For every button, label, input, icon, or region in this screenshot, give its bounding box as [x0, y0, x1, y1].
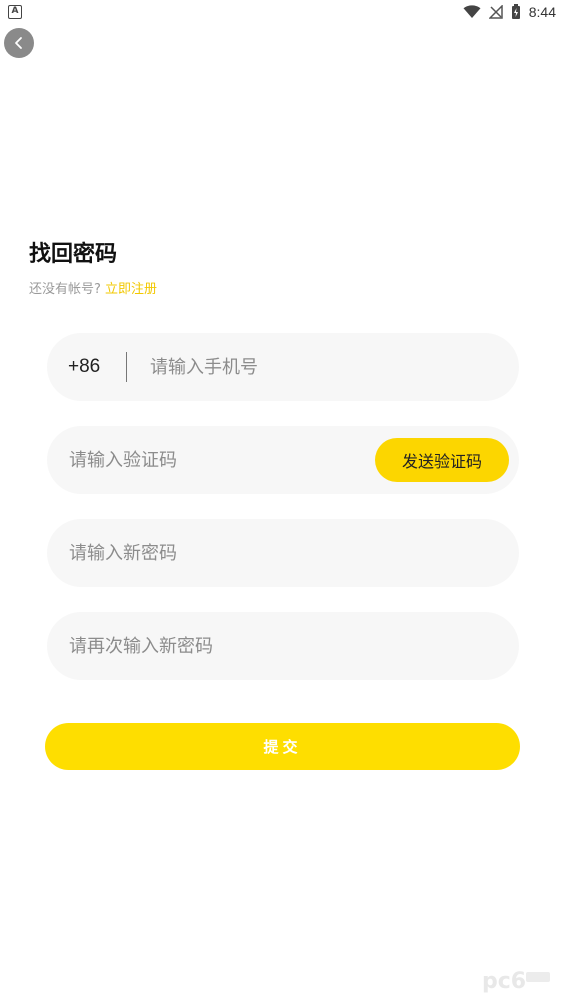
status-bar: A 8:44	[0, 0, 564, 24]
send-code-button[interactable]: 发送验证码	[375, 438, 509, 482]
phone-field: +86	[47, 333, 519, 401]
verification-code-field: 发送验证码	[47, 426, 519, 494]
wifi-icon	[463, 5, 481, 18]
country-code-selector[interactable]: +86	[47, 356, 126, 378]
register-link[interactable]: 立即注册	[105, 282, 157, 297]
chevron-left-icon	[15, 37, 22, 49]
submit-button[interactable]: 提交	[45, 723, 520, 770]
register-prompt: 还没有帐号? 立即注册	[29, 278, 157, 297]
svg-text:pc6: pc6	[482, 969, 526, 994]
page-title: 找回密码	[29, 242, 118, 267]
confirm-password-input[interactable]	[47, 612, 519, 680]
phone-input[interactable]	[127, 333, 519, 401]
back-button[interactable]	[4, 28, 34, 58]
signal-icon	[488, 5, 503, 19]
status-time: 8:44	[528, 4, 556, 20]
watermark-logo: pc6	[482, 969, 550, 994]
status-icons: 8:44	[463, 3, 556, 21]
register-prompt-text: 还没有帐号?	[29, 282, 101, 297]
app-notification-icon: A	[8, 5, 22, 19]
confirm-password-field	[47, 612, 519, 680]
battery-icon	[511, 4, 520, 19]
new-password-input[interactable]	[47, 519, 519, 587]
new-password-field	[47, 519, 519, 587]
